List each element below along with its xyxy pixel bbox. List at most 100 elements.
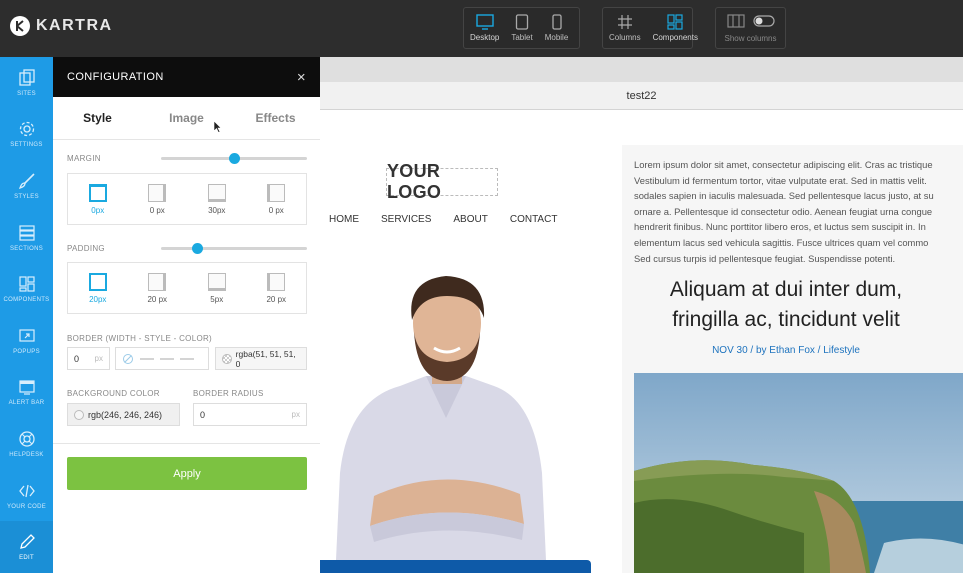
logo-placeholder[interactable]: YOUR LOGO (386, 161, 498, 202)
margin-top-icon (88, 183, 107, 202)
sidebar-item-styles[interactable]: STYLES (0, 160, 53, 212)
top-toolbar: KARTRA Desktop Tablet Mobile Columns Com… (0, 0, 963, 57)
configuration-title: CONFIGURATION (67, 71, 164, 83)
page-preview[interactable]: YOUR LOGO HOME SERVICES ABOUT CONTACT Lo… (320, 110, 963, 573)
padding-right-option[interactable]: 20 px (128, 263, 188, 313)
padding-left-icon (267, 272, 286, 291)
configuration-header: CONFIGURATION × (53, 57, 320, 97)
border-color-input[interactable]: rgba(51, 51, 51, 0 (215, 347, 307, 370)
margin-top-option[interactable]: 0px (68, 174, 128, 224)
margin-bottom-option[interactable]: 30px (187, 174, 247, 224)
border-label: BORDER (WIDTH - STYLE - COLOR) (67, 334, 213, 343)
padding-sides: 20px 20 px 5px 20 px (67, 262, 307, 314)
border-radius-label: BORDER RADIUS (193, 389, 264, 398)
margin-right-icon (148, 183, 167, 202)
coastal-cliff-photo[interactable] (634, 373, 963, 573)
show-columns-group: Show columns (715, 7, 786, 49)
margin-right-option[interactable]: 0 px (128, 174, 188, 224)
components-icon (18, 276, 35, 292)
padding-slider[interactable] (161, 243, 307, 254)
tablet-view-button[interactable]: Tablet (505, 8, 538, 48)
sites-icon (18, 69, 35, 86)
show-columns-toggle[interactable]: Show columns (716, 8, 785, 48)
margin-slider-knob[interactable] (228, 153, 240, 164)
margin-bottom-icon (207, 183, 226, 202)
config-tabs: Style Image Effects (53, 97, 320, 140)
sidebar-item-sections[interactable]: SECTIONS (0, 212, 53, 264)
device-switcher: Desktop Tablet Mobile (463, 7, 580, 49)
mobile-view-button[interactable]: Mobile (539, 8, 575, 48)
man-portrait-image[interactable] (334, 268, 554, 560)
background-color-input[interactable]: rgb(246, 246, 246) (67, 403, 180, 426)
cta-bar[interactable] (320, 560, 591, 573)
padding-right-icon (148, 272, 167, 291)
sidebar-item-helpdesk[interactable]: HELPDESK (0, 418, 53, 470)
margin-row: MARGIN (67, 153, 307, 164)
toggle-switch-icon (752, 14, 775, 27)
blog-title: Aliquam at dui inter dum, fringilla ac, … (669, 278, 903, 331)
sidebar-item-alert-bar[interactable]: ALERT BAR (0, 367, 53, 419)
background-color-label: BACKGROUND COLOR (67, 389, 160, 398)
brand-name: KARTRA (36, 17, 113, 34)
padding-slider-knob[interactable] (192, 243, 203, 254)
sidebar-item-edit[interactable]: EDIT (0, 521, 53, 573)
kartra-logo-icon (10, 16, 30, 36)
popup-icon (18, 329, 35, 342)
margin-label: MARGIN (67, 154, 101, 163)
divider (53, 443, 320, 444)
no-border-icon (123, 353, 133, 364)
sections-icon (18, 224, 35, 241)
columns-icon (617, 15, 632, 29)
code-icon (18, 484, 35, 497)
nav-home[interactable]: HOME (329, 214, 359, 225)
padding-bottom-icon (207, 272, 226, 291)
close-icon[interactable]: × (297, 69, 306, 86)
editor-canvas: test22 YOUR LOGO HOME SERVICES ABOUT CON… (320, 57, 963, 573)
desktop-icon (475, 14, 494, 30)
background-color-swatch (74, 409, 84, 420)
blog-meta[interactable]: NOV 30 / by Ethan Fox / Lifestyle (636, 345, 936, 356)
kartra-logo[interactable]: KARTRA (10, 16, 113, 36)
desktop-view-button[interactable]: Desktop (464, 8, 505, 48)
sidebar-item-settings[interactable]: SETTINGS (0, 109, 53, 161)
padding-top-option[interactable]: 20px (68, 263, 128, 313)
mobile-icon (551, 14, 562, 30)
padding-row: PADDING (67, 243, 307, 254)
border-style-select[interactable] (115, 347, 209, 370)
border-width-input[interactable]: 0 px (67, 347, 110, 370)
tab-effects[interactable]: Effects (231, 111, 320, 125)
alert-bar-icon (18, 380, 35, 395)
margin-slider[interactable] (161, 153, 307, 164)
sidebar-item-popups[interactable]: POPUPS (0, 315, 53, 367)
blog-post-column: Lorem ipsum dolor sit amet, consectetur … (622, 145, 963, 573)
border-radius-input[interactable]: 0 px (193, 403, 307, 426)
padding-left-option[interactable]: 20 px (247, 263, 307, 313)
gear-icon (19, 122, 34, 137)
page-title-bar: test22 (320, 82, 963, 110)
brush-icon (18, 173, 35, 190)
nav-services[interactable]: SERVICES (381, 214, 431, 225)
margin-left-icon (267, 183, 286, 202)
apply-button[interactable]: Apply (67, 457, 307, 490)
pencil-icon (19, 534, 35, 550)
configuration-panel: CONFIGURATION × Style Image Effects MARG… (53, 57, 320, 573)
layout-icon (726, 13, 745, 28)
nav-about[interactable]: ABOUT (453, 214, 487, 225)
sidebar-item-sites[interactable]: SITES (0, 57, 53, 109)
tablet-icon (515, 14, 529, 30)
sidebar-item-your-code[interactable]: YOUR CODE (0, 470, 53, 522)
components-toggle-button[interactable]: Components (647, 8, 704, 48)
helpdesk-icon (18, 431, 35, 447)
nav-contact[interactable]: CONTACT (510, 214, 558, 225)
builder-sidebar: SITES SETTINGS STYLES SECTIONS COMPONENT… (0, 57, 53, 573)
site-nav: HOME SERVICES ABOUT CONTACT (329, 214, 557, 225)
border-color-swatch (222, 353, 232, 364)
page-title: test22 (626, 89, 657, 102)
sidebar-item-components[interactable]: COMPONENTS (0, 263, 53, 315)
tab-style[interactable]: Style (53, 111, 142, 125)
columns-button[interactable]: Columns (603, 8, 647, 48)
margin-left-option[interactable]: 0 px (247, 174, 307, 224)
padding-bottom-option[interactable]: 5px (187, 263, 247, 313)
margin-sides: 0px 0 px 30px 0 px (67, 173, 307, 225)
lorem-paragraph: Lorem ipsum dolor sit amet, consectetur … (634, 159, 934, 264)
